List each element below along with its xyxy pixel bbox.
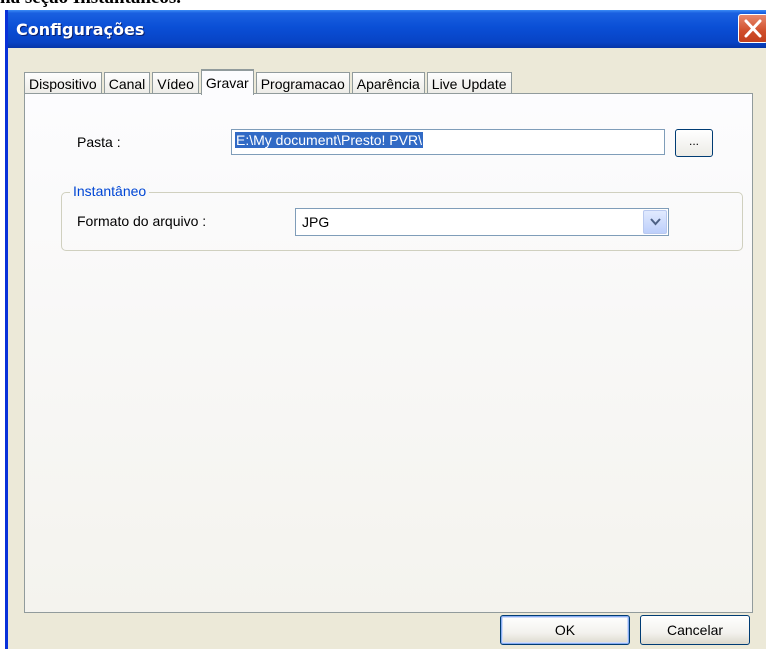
- cancel-button[interactable]: Cancelar: [640, 615, 750, 645]
- window-title: Configurações: [16, 20, 145, 39]
- chevron-down-icon: [650, 218, 661, 226]
- tab-dispositivo[interactable]: Dispositivo: [24, 72, 102, 94]
- folder-path-input[interactable]: E:\My document\Presto! PVR\: [231, 129, 665, 155]
- dropdown-button[interactable]: [643, 210, 667, 234]
- snapshot-group-title: Instantâneo: [70, 183, 150, 199]
- tab-aparencia[interactable]: Aparência: [351, 72, 425, 94]
- file-format-label: Formato do arquivo :: [77, 213, 207, 229]
- tab-gravar[interactable]: Gravar: [200, 69, 254, 95]
- close-icon: [744, 19, 762, 38]
- folder-path-value: E:\My document\Presto! PVR\: [235, 132, 423, 148]
- title-bar[interactable]: Configurações: [8, 10, 766, 48]
- file-format-value: JPG: [302, 214, 330, 230]
- ok-button[interactable]: OK: [500, 615, 630, 645]
- file-format-select[interactable]: JPG: [295, 208, 669, 236]
- tab-video[interactable]: Vídeo: [152, 72, 199, 94]
- tab-programacao[interactable]: Programacao: [255, 72, 350, 94]
- tab-strip: Dispositivo Canal Vídeo Gravar Programac…: [24, 68, 514, 95]
- browse-folder-button[interactable]: ...: [675, 129, 713, 157]
- close-button[interactable]: [738, 14, 766, 43]
- settings-dialog: Configurações Dispositivo Canal Vídeo Gr…: [5, 10, 766, 649]
- tab-canal[interactable]: Canal: [103, 72, 151, 94]
- tab-panel-gravar: Pasta : E:\My document\Presto! PVR\ ... …: [24, 93, 753, 613]
- folder-label: Pasta :: [77, 134, 121, 150]
- tab-live-update[interactable]: Live Update: [426, 72, 512, 94]
- page-heading-fragment: na seção Instantâneos.: [0, 0, 766, 10]
